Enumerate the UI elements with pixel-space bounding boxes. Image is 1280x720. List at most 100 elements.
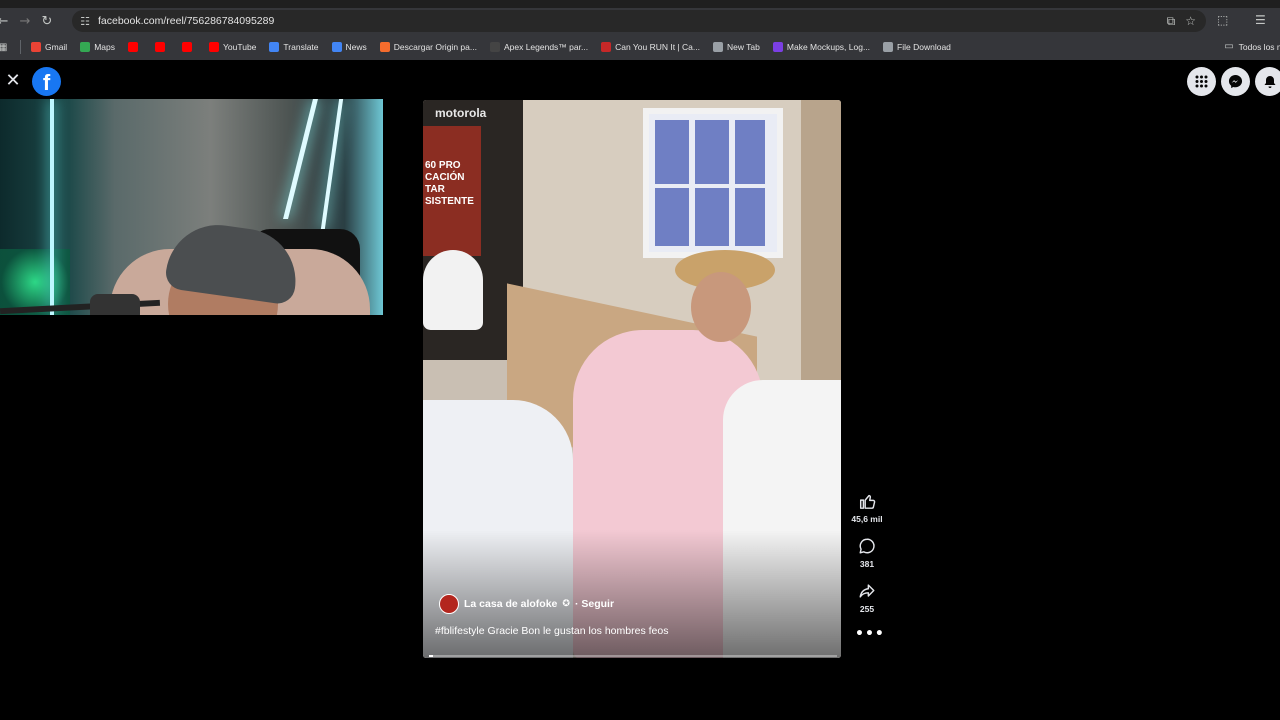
bookmark-label: New Tab: [726, 42, 760, 52]
forward-button[interactable]: →: [14, 10, 36, 32]
bookmark-item[interactable]: [155, 42, 169, 52]
comment-action[interactable]: 381: [846, 535, 888, 569]
reel-author[interactable]: La casa de alofoke ✪ · Seguir: [439, 594, 614, 614]
bookmark-label: Descargar Origin pa...: [393, 42, 477, 52]
video-cap-left: [423, 250, 483, 330]
bookmark-label: YouTube: [223, 42, 257, 52]
webcam-neon-light: [283, 99, 318, 219]
bookmark-item[interactable]: New Tab: [712, 42, 760, 52]
install-app-icon[interactable]: ⧉: [1167, 14, 1176, 29]
bookmark-label: File Download: [897, 42, 951, 52]
share-count: 255: [859, 604, 875, 614]
bookmark-favicon-icon: [182, 42, 192, 52]
bookmark-label: Can You RUN It | Ca...: [615, 42, 700, 52]
streamer-webcam: [0, 99, 383, 315]
bookmark-label: Maps: [94, 42, 115, 52]
window-top-strip: [0, 0, 1280, 8]
bookmark-favicon-icon: [489, 42, 500, 52]
bookmark-favicon-icon: [128, 42, 138, 52]
webcam-neon-light: [50, 99, 54, 315]
bookmark-favicon-icon: [772, 42, 783, 52]
bookmark-star-icon[interactable]: ☆: [1185, 14, 1196, 29]
bookmark-favicon-icon: [379, 42, 390, 52]
notifications-button[interactable]: [1255, 67, 1280, 96]
close-icon[interactable]: ✕: [4, 72, 22, 90]
bookmark-favicon-icon: [269, 42, 280, 52]
address-bar: ← → ↻ ☷ facebook.com/reel/75628678409528…: [0, 8, 1280, 34]
follow-button[interactable]: · Seguir: [575, 598, 614, 610]
author-name[interactable]: La casa de alofoke: [464, 598, 557, 610]
video-progress-fill: [429, 655, 434, 657]
site-info-icon[interactable]: ☷: [72, 15, 98, 28]
like-count: 45,6 mil: [851, 514, 883, 524]
video-progress-bar[interactable]: [429, 655, 837, 657]
webcam-neon-light: [320, 99, 344, 229]
menu-grid-button[interactable]: [1187, 67, 1216, 96]
messenger-button[interactable]: [1221, 67, 1250, 96]
promo-text: 60 PRO CACIÓN TAR SISTENTE: [425, 160, 474, 207]
bookmark-label: Gmail: [45, 42, 68, 52]
video-window: [643, 108, 783, 258]
bookmark-favicon-icon: [601, 42, 612, 52]
window-pane: [695, 188, 729, 246]
bookmark-label: Make Mockups, Log...: [786, 42, 871, 52]
reel-video[interactable]: motorola 60 PRO CACIÓN TAR SISTENTE La c…: [423, 100, 841, 658]
bookmark-favicon-icon: [80, 42, 91, 52]
comment-icon[interactable]: [856, 535, 878, 557]
video-shelf: [801, 100, 841, 400]
comment-count: 381: [859, 559, 875, 569]
reading-list-icon[interactable]: ☰: [1255, 13, 1266, 27]
bookmark-item[interactable]: [182, 42, 196, 52]
bookmark-favicon-icon: [331, 42, 342, 52]
window-pane: [695, 120, 729, 184]
share-action[interactable]: 255: [846, 580, 888, 614]
apps-grid-icon[interactable]: ▦: [0, 42, 10, 53]
window-pane: [735, 188, 765, 246]
bookmark-item[interactable]: Translate: [269, 42, 319, 52]
bookmark-separator: [20, 40, 21, 54]
all-bookmarks[interactable]: ▭ Todos los m: [1224, 41, 1280, 52]
all-bookmarks-label: Todos los m: [1238, 41, 1280, 52]
bookmarks-bar: ▦ Gmail Maps YouTube Translate News Descargar…: [0, 34, 1280, 60]
reload-button[interactable]: ↻: [36, 10, 58, 32]
bookmark-item[interactable]: News: [331, 42, 367, 52]
window-pane: [735, 120, 765, 184]
bookmark-favicon-icon: [209, 42, 219, 52]
brand-overlay: motorola: [435, 106, 487, 120]
like-action[interactable]: 45,6 mil: [846, 490, 888, 524]
bookmark-item[interactable]: Make Mockups, Log...: [772, 42, 871, 52]
bookmark-item[interactable]: YouTube: [209, 42, 256, 52]
webcam-microphone: [90, 294, 140, 315]
verified-icon: ✪: [562, 599, 570, 609]
bookmark-favicon-icon: [31, 42, 41, 52]
bookmark-favicon-icon: [155, 42, 165, 52]
bell-icon: [1264, 75, 1275, 88]
facebook-logo[interactable]: f: [32, 67, 61, 96]
author-avatar[interactable]: [439, 594, 459, 614]
reel-caption[interactable]: #fblifestyle Gracie Bon le gustan los ho…: [435, 625, 668, 637]
bookmark-item[interactable]: Maps: [80, 42, 115, 52]
bookmark-label: News: [345, 42, 367, 52]
folder-icon: ▭: [1224, 41, 1234, 52]
bookmark-item[interactable]: [128, 42, 142, 52]
window-pane: [655, 188, 689, 246]
bookmark-favicon-icon: [883, 42, 894, 52]
bookmark-item[interactable]: Apex Legends™ par...: [489, 42, 588, 52]
video-face: [691, 272, 751, 342]
messenger-icon: [1228, 74, 1243, 89]
more-options-icon[interactable]: •••: [855, 626, 884, 642]
bookmark-item[interactable]: File Download: [883, 42, 951, 52]
like-icon[interactable]: [856, 490, 878, 512]
bookmark-item[interactable]: Can You RUN It | Ca...: [601, 42, 700, 52]
back-button[interactable]: ←: [0, 10, 14, 32]
omnibox[interactable]: ☷ facebook.com/reel/756286784095289 ⧉ ☆: [72, 10, 1206, 32]
share-icon[interactable]: [856, 580, 878, 602]
bookmark-list: Gmail Maps YouTube Translate News Descargar O…: [31, 42, 964, 52]
bookmark-item[interactable]: Descargar Origin pa...: [379, 42, 477, 52]
grid-icon: [1195, 75, 1208, 88]
extensions-icon[interactable]: ⬚: [1217, 13, 1228, 27]
url-text[interactable]: facebook.com/reel/756286784095289: [98, 15, 274, 27]
bookmark-item[interactable]: Gmail: [31, 42, 67, 52]
bookmark-label: Translate: [283, 42, 319, 52]
bookmark-favicon-icon: [712, 42, 723, 52]
